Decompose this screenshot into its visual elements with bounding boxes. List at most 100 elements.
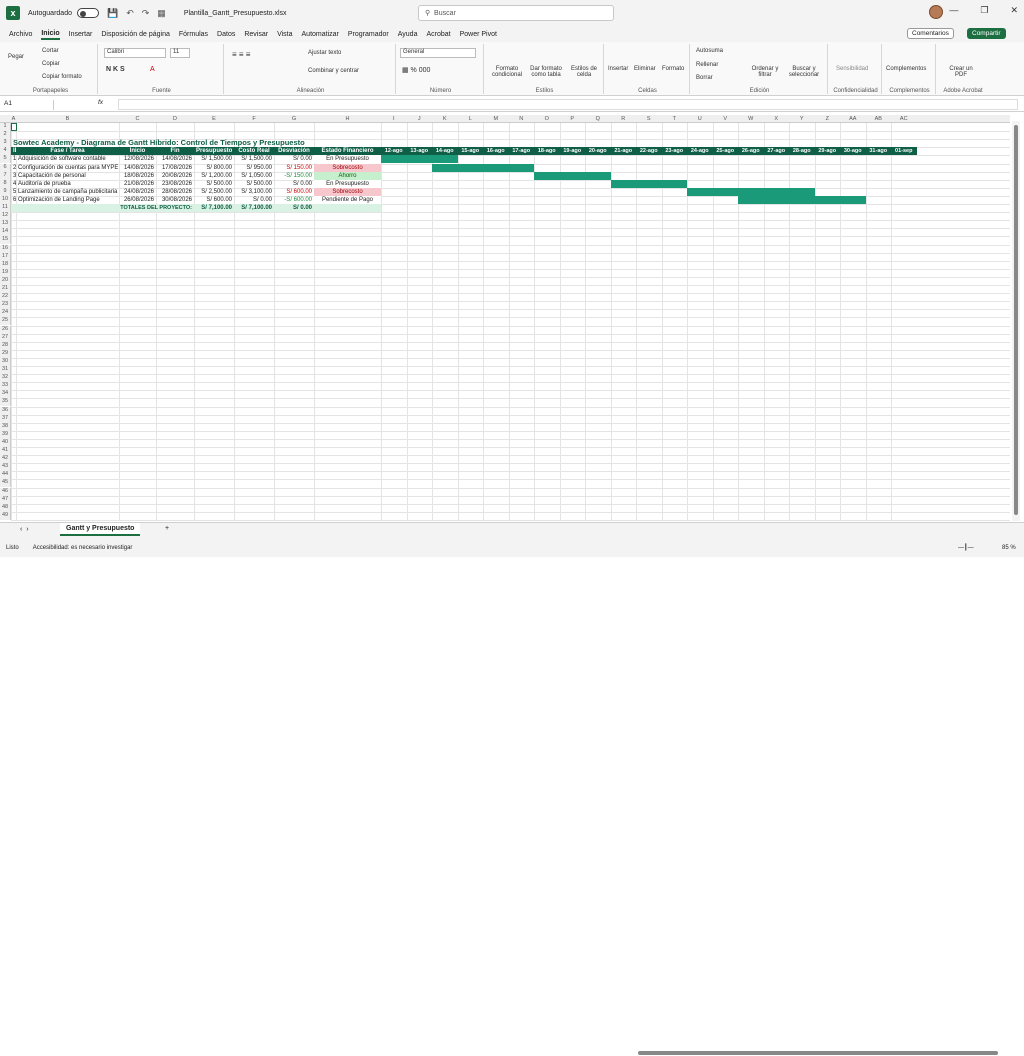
gantt-bar[interactable] xyxy=(712,187,738,196)
status-cell[interactable]: Pendiente de Pago xyxy=(314,195,381,204)
start-cell[interactable]: 18/08/2026 xyxy=(119,172,156,180)
tab-5[interactable]: Datos xyxy=(217,30,235,39)
size-select[interactable]: 11 xyxy=(170,48,190,58)
header-cell[interactable]: Fin xyxy=(156,147,194,156)
column-header[interactable]: Z xyxy=(815,115,841,123)
row-header[interactable]: 2 xyxy=(0,131,11,140)
row-header[interactable]: 33 xyxy=(0,382,11,391)
date-header[interactable]: 30-ago xyxy=(840,147,866,156)
end-cell[interactable]: 23/08/2026 xyxy=(156,180,194,188)
date-header[interactable]: 21-ago xyxy=(610,147,636,156)
column-header[interactable]: AB xyxy=(866,115,892,123)
column-header[interactable]: W xyxy=(738,115,764,123)
minimize-icon[interactable]: — xyxy=(949,5,958,16)
header-cell[interactable]: Inicio xyxy=(119,147,156,156)
create-pdf-button[interactable]: Crear un PDF xyxy=(944,66,978,78)
date-header[interactable]: 24-ago xyxy=(687,147,713,156)
column-header[interactable]: AA xyxy=(840,115,866,123)
grid-icon[interactable]: ▦ xyxy=(157,8,166,19)
format-painter-button[interactable]: Copiar formato xyxy=(42,74,82,80)
date-header[interactable]: 12-ago xyxy=(381,147,407,156)
row-header[interactable]: 27 xyxy=(0,333,11,342)
header-cell[interactable]: Estado Financiero xyxy=(314,147,381,156)
header-cell[interactable]: Desviación xyxy=(274,147,314,156)
column-header[interactable]: P xyxy=(560,115,586,123)
row-header[interactable]: 35 xyxy=(0,398,11,407)
budget-cell[interactable]: S/ 600.00 xyxy=(194,196,234,204)
zoom-level[interactable]: 85 % xyxy=(1002,545,1016,551)
row-header[interactable]: 7 xyxy=(0,171,11,180)
number-format-select[interactable]: General xyxy=(400,48,476,58)
task-cell[interactable]: Lanzamiento de campaña publicitaria xyxy=(16,188,119,196)
date-header[interactable]: 27-ago xyxy=(763,147,789,156)
autosum-button[interactable]: Autosuma xyxy=(696,48,723,54)
date-header[interactable]: 01-sep xyxy=(891,147,917,156)
gantt-bar[interactable] xyxy=(432,155,458,164)
tab-0[interactable]: Archivo xyxy=(9,30,32,39)
row-header[interactable]: 47 xyxy=(0,495,11,504)
row-header[interactable]: 14 xyxy=(0,228,11,237)
cost-cell[interactable]: S/ 0.00 xyxy=(234,196,274,204)
column-header[interactable]: C xyxy=(119,115,156,123)
column-header[interactable]: S xyxy=(636,115,662,123)
column-header[interactable]: X xyxy=(764,115,790,123)
cut-button[interactable]: Cortar xyxy=(42,48,59,54)
row-header[interactable]: 10 xyxy=(0,195,11,204)
cell-styles-button[interactable]: Estilos de celda xyxy=(568,66,600,78)
row-header[interactable]: 48 xyxy=(0,503,11,512)
paste-button[interactable]: Pegar xyxy=(8,54,24,60)
row-header[interactable]: 21 xyxy=(0,285,11,294)
date-header[interactable]: 13-ago xyxy=(406,147,432,156)
budget-cell[interactable]: S/ 1,200.00 xyxy=(194,172,234,180)
zoom-slider[interactable]: —┃— xyxy=(958,544,974,551)
column-header[interactable]: R xyxy=(611,115,637,123)
row-header[interactable]: 31 xyxy=(0,366,11,375)
gantt-bar[interactable] xyxy=(585,171,611,180)
row-header[interactable]: 37 xyxy=(0,414,11,423)
row-header[interactable]: 45 xyxy=(0,479,11,488)
copy-button[interactable]: Copiar xyxy=(42,61,60,67)
row-header[interactable]: 20 xyxy=(0,276,11,285)
start-cell[interactable]: 26/08/2026 xyxy=(119,196,156,204)
gantt-bar[interactable] xyxy=(763,187,789,196)
task-cell[interactable]: Optimización de Landing Page xyxy=(16,196,119,204)
deviation-cell[interactable]: S/ 0.00 xyxy=(274,155,314,163)
font-select[interactable]: Calibri xyxy=(104,48,166,58)
name-box[interactable]: A1 xyxy=(4,100,54,110)
tab-7[interactable]: Vista xyxy=(277,30,292,39)
date-header[interactable]: 28-ago xyxy=(789,147,815,156)
column-header[interactable]: O xyxy=(534,115,560,123)
vertical-scrollbar[interactable] xyxy=(1012,121,1020,521)
row-header[interactable]: 4 xyxy=(0,147,11,156)
horizontal-scrollbar[interactable] xyxy=(630,1050,1005,1056)
row-header[interactable]: 34 xyxy=(0,390,11,399)
deviation-cell[interactable]: S/ 600.00 xyxy=(274,188,314,196)
row-header[interactable]: 26 xyxy=(0,325,11,334)
gantt-bar[interactable] xyxy=(406,155,432,164)
cost-cell[interactable]: S/ 1,500.00 xyxy=(234,155,274,163)
column-header[interactable]: D xyxy=(156,115,194,123)
row-header[interactable]: 49 xyxy=(0,511,11,520)
budget-cell[interactable]: S/ 500.00 xyxy=(194,180,234,188)
header-cell[interactable]: Costo Real xyxy=(234,147,274,156)
date-header[interactable]: 17-ago xyxy=(508,147,534,156)
status-cell[interactable]: Ahorro xyxy=(314,171,381,180)
start-cell[interactable]: 21/08/2026 xyxy=(119,180,156,188)
delete-button[interactable]: Eliminar xyxy=(634,66,656,72)
row-header[interactable]: 11 xyxy=(0,204,11,213)
row-header[interactable]: 29 xyxy=(0,349,11,358)
task-cell[interactable]: Configuración de cuentas para MYPE xyxy=(16,164,119,172)
search-box[interactable]: ⚲ Buscar xyxy=(418,5,614,21)
gantt-bar[interactable] xyxy=(559,171,585,180)
worksheet[interactable]: A B C D E F G H I J K L M N O P Q R S T U V W X Y Z AA AB AC 1 2 3 4 5 6 7 8… xyxy=(0,115,1010,521)
fx-icon[interactable]: fx xyxy=(98,99,103,106)
sensitivity-button[interactable]: Sensibilidad xyxy=(836,66,868,72)
end-cell[interactable]: 20/08/2026 xyxy=(156,172,194,180)
sheet-tab[interactable]: Gantt y Presupuesto xyxy=(60,523,141,536)
redo-icon[interactable]: ↷ xyxy=(142,8,150,19)
gantt-bar[interactable] xyxy=(738,187,764,196)
gantt-bar[interactable] xyxy=(840,195,866,204)
align-icons[interactable]: ≡ ≡ ≡ xyxy=(232,50,250,59)
date-header[interactable]: 20-ago xyxy=(585,147,611,156)
budget-cell[interactable]: S/ 1,500.00 xyxy=(194,155,234,163)
